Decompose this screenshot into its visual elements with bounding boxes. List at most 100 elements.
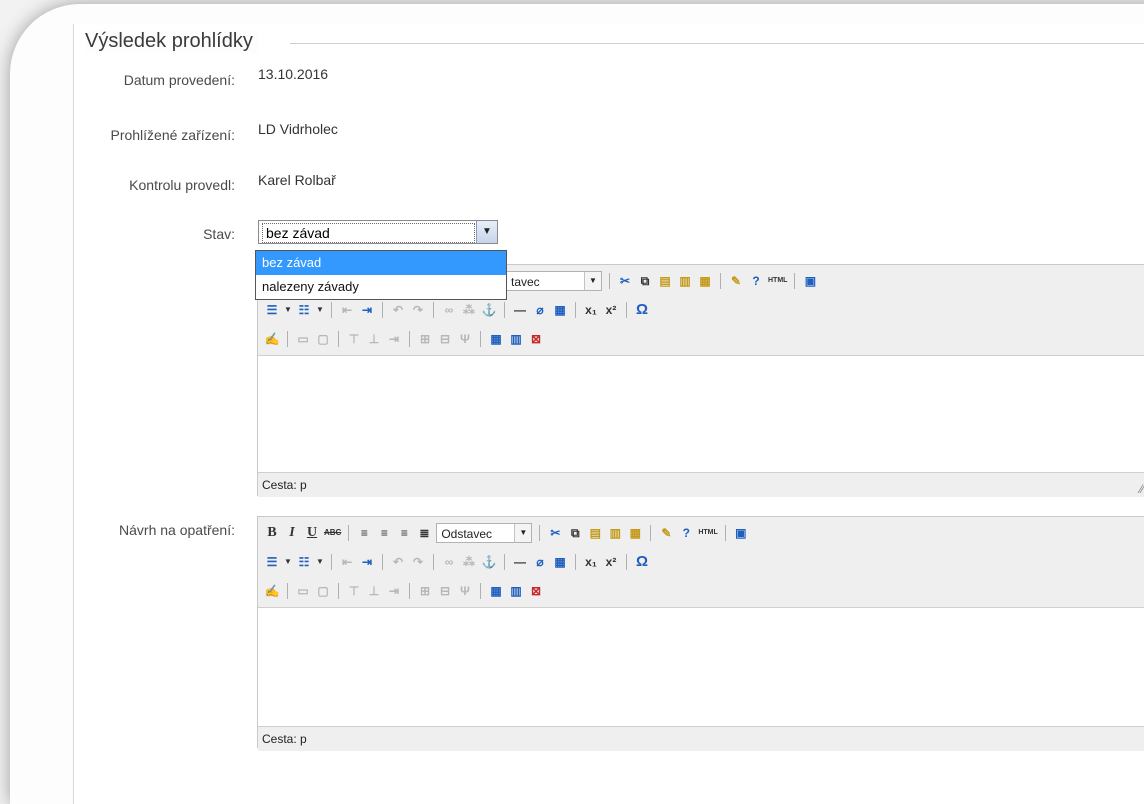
horizontal-rule-icon[interactable]: — [512, 302, 528, 318]
unlink-icon[interactable]: ⁂ [461, 554, 477, 570]
align-justify-icon[interactable]: ≣ [416, 525, 432, 541]
merge-cells-icon[interactable]: ▦ [488, 331, 504, 347]
format-select[interactable]: tavec ▼ [506, 271, 602, 291]
insert-row-before-icon[interactable]: ⊤ [346, 583, 362, 599]
align-right-icon[interactable]: ≡ [396, 525, 412, 541]
anchor-icon[interactable]: ⚓ [481, 554, 497, 570]
insert-col-icon[interactable]: ⊞ [417, 331, 433, 347]
table-icon[interactable]: ▦ [552, 302, 568, 318]
cleanup-icon[interactable]: ✎ [658, 525, 674, 541]
numbered-list-icon[interactable]: ☷ [296, 302, 312, 318]
indent-icon[interactable]: ⇥ [359, 554, 375, 570]
outdent-icon[interactable]: ⇤ [339, 554, 355, 570]
help-icon[interactable]: ? [748, 273, 764, 289]
delete-table-icon[interactable]: ⊠ [528, 583, 544, 599]
undo-icon[interactable]: ↶ [390, 554, 406, 570]
omega-icon[interactable]: Ω [634, 302, 650, 318]
split-cells-icon[interactable]: Ψ [457, 583, 473, 599]
strikethrough-icon[interactable]: ABC [324, 525, 341, 541]
underline-icon[interactable]: U [304, 525, 320, 541]
toolbar-separator [575, 554, 576, 570]
outdent-icon[interactable]: ⇤ [339, 302, 355, 318]
paste-text-icon[interactable]: ▥ [607, 525, 623, 541]
link-icon[interactable]: ∞ [441, 302, 457, 318]
merge-cells-icon[interactable]: ▦ [488, 583, 504, 599]
delete-col-icon[interactable]: ⊟ [437, 583, 453, 599]
chevron-down-icon[interactable]: ▼ [584, 272, 601, 290]
delete-col-icon[interactable]: ⊟ [437, 331, 453, 347]
undo-icon[interactable]: ↶ [390, 302, 406, 318]
omega-icon[interactable]: Ω [634, 554, 650, 570]
table-row-props-icon[interactable]: ▭ [295, 331, 311, 347]
delete-row-icon[interactable]: ⇥ [386, 331, 402, 347]
state-select[interactable]: bez závad ▼ [258, 220, 498, 244]
cut-icon[interactable]: ✂ [617, 273, 633, 289]
superscript-icon[interactable]: x² [603, 302, 619, 318]
cut-icon[interactable]: ✂ [547, 525, 563, 541]
table-icon[interactable]: ▦ [552, 554, 568, 570]
proposal-edit-area[interactable] [258, 608, 1144, 726]
html-icon[interactable]: HTML [768, 273, 787, 289]
chevron-down-icon[interactable]: ▼ [316, 302, 324, 318]
bullet-list-icon[interactable]: ☰ [264, 302, 280, 318]
eraser-icon[interactable]: ⌀ [532, 302, 548, 318]
split-cells-icon[interactable]: Ψ [457, 331, 473, 347]
description-edit-area[interactable] [258, 356, 1144, 472]
chevron-down-icon[interactable]: ▼ [284, 302, 292, 318]
paste-word-icon[interactable]: ▦ [627, 525, 643, 541]
edit-icon[interactable]: ✍ [264, 331, 280, 347]
dropdown-option-nalezeny-zavady[interactable]: nalezeny závady [256, 275, 506, 299]
eraser-icon[interactable]: ⌀ [532, 554, 548, 570]
delete-table-icon[interactable]: ⊠ [528, 331, 544, 347]
insert-row-before-icon[interactable]: ⊤ [346, 331, 362, 347]
resize-handle-icon[interactable]: ⁄⁄ [1140, 477, 1144, 501]
anchor-icon[interactable]: ⚓ [481, 302, 497, 318]
toolbar-separator [609, 273, 610, 289]
delete-row-icon[interactable]: ⇥ [386, 583, 402, 599]
html-icon[interactable]: HTML [698, 525, 717, 541]
superscript-icon[interactable]: x² [603, 554, 619, 570]
bold-icon[interactable]: B [264, 525, 280, 541]
format-select[interactable]: Odstavec ▼ [436, 523, 533, 543]
section-title: Výsledek prohlídky [85, 30, 259, 53]
split-table-icon[interactable]: ▥ [508, 583, 524, 599]
table-cell-props-icon[interactable]: ▢ [315, 331, 331, 347]
insert-row-after-icon[interactable]: ⊥ [366, 331, 382, 347]
chevron-down-icon[interactable]: ▼ [514, 524, 532, 542]
insert-col-icon[interactable]: ⊞ [417, 583, 433, 599]
paste-text-icon[interactable]: ▥ [677, 273, 693, 289]
indent-icon[interactable]: ⇥ [359, 302, 375, 318]
redo-icon[interactable]: ↷ [410, 554, 426, 570]
copy-icon[interactable]: ⧉ [567, 525, 583, 541]
paste-icon[interactable]: ▤ [657, 273, 673, 289]
inspector-label: Kontrolu provedl: [129, 177, 235, 193]
fullscreen-icon[interactable]: ▣ [733, 525, 749, 541]
edit-icon[interactable]: ✍ [264, 583, 280, 599]
date-label: Datum provedení: [123, 72, 235, 88]
align-center-icon[interactable]: ≡ [376, 525, 392, 541]
help-icon[interactable]: ? [678, 525, 694, 541]
paste-word-icon[interactable]: ▦ [697, 273, 713, 289]
paste-icon[interactable]: ▤ [587, 525, 603, 541]
insert-row-after-icon[interactable]: ⊥ [366, 583, 382, 599]
align-left-icon[interactable]: ≡ [356, 525, 372, 541]
copy-icon[interactable]: ⧉ [637, 273, 653, 289]
dropdown-option-bez-zavad[interactable]: bez závad [256, 251, 506, 275]
subscript-icon[interactable]: x₁ [583, 302, 599, 318]
chevron-down-icon[interactable]: ▼ [284, 554, 292, 570]
bullet-list-icon[interactable]: ☰ [264, 554, 280, 570]
redo-icon[interactable]: ↷ [410, 302, 426, 318]
split-table-icon[interactable]: ▥ [508, 331, 524, 347]
cleanup-icon[interactable]: ✎ [728, 273, 744, 289]
italic-icon[interactable]: I [284, 525, 300, 541]
numbered-list-icon[interactable]: ☷ [296, 554, 312, 570]
link-icon[interactable]: ∞ [441, 554, 457, 570]
chevron-down-icon[interactable]: ▼ [316, 554, 324, 570]
unlink-icon[interactable]: ⁂ [461, 302, 477, 318]
chevron-down-icon[interactable]: ▼ [476, 221, 497, 243]
horizontal-rule-icon[interactable]: — [512, 554, 528, 570]
table-row-props-icon[interactable]: ▭ [295, 583, 311, 599]
subscript-icon[interactable]: x₁ [583, 554, 599, 570]
fullscreen-icon[interactable]: ▣ [802, 273, 818, 289]
table-cell-props-icon[interactable]: ▢ [315, 583, 331, 599]
